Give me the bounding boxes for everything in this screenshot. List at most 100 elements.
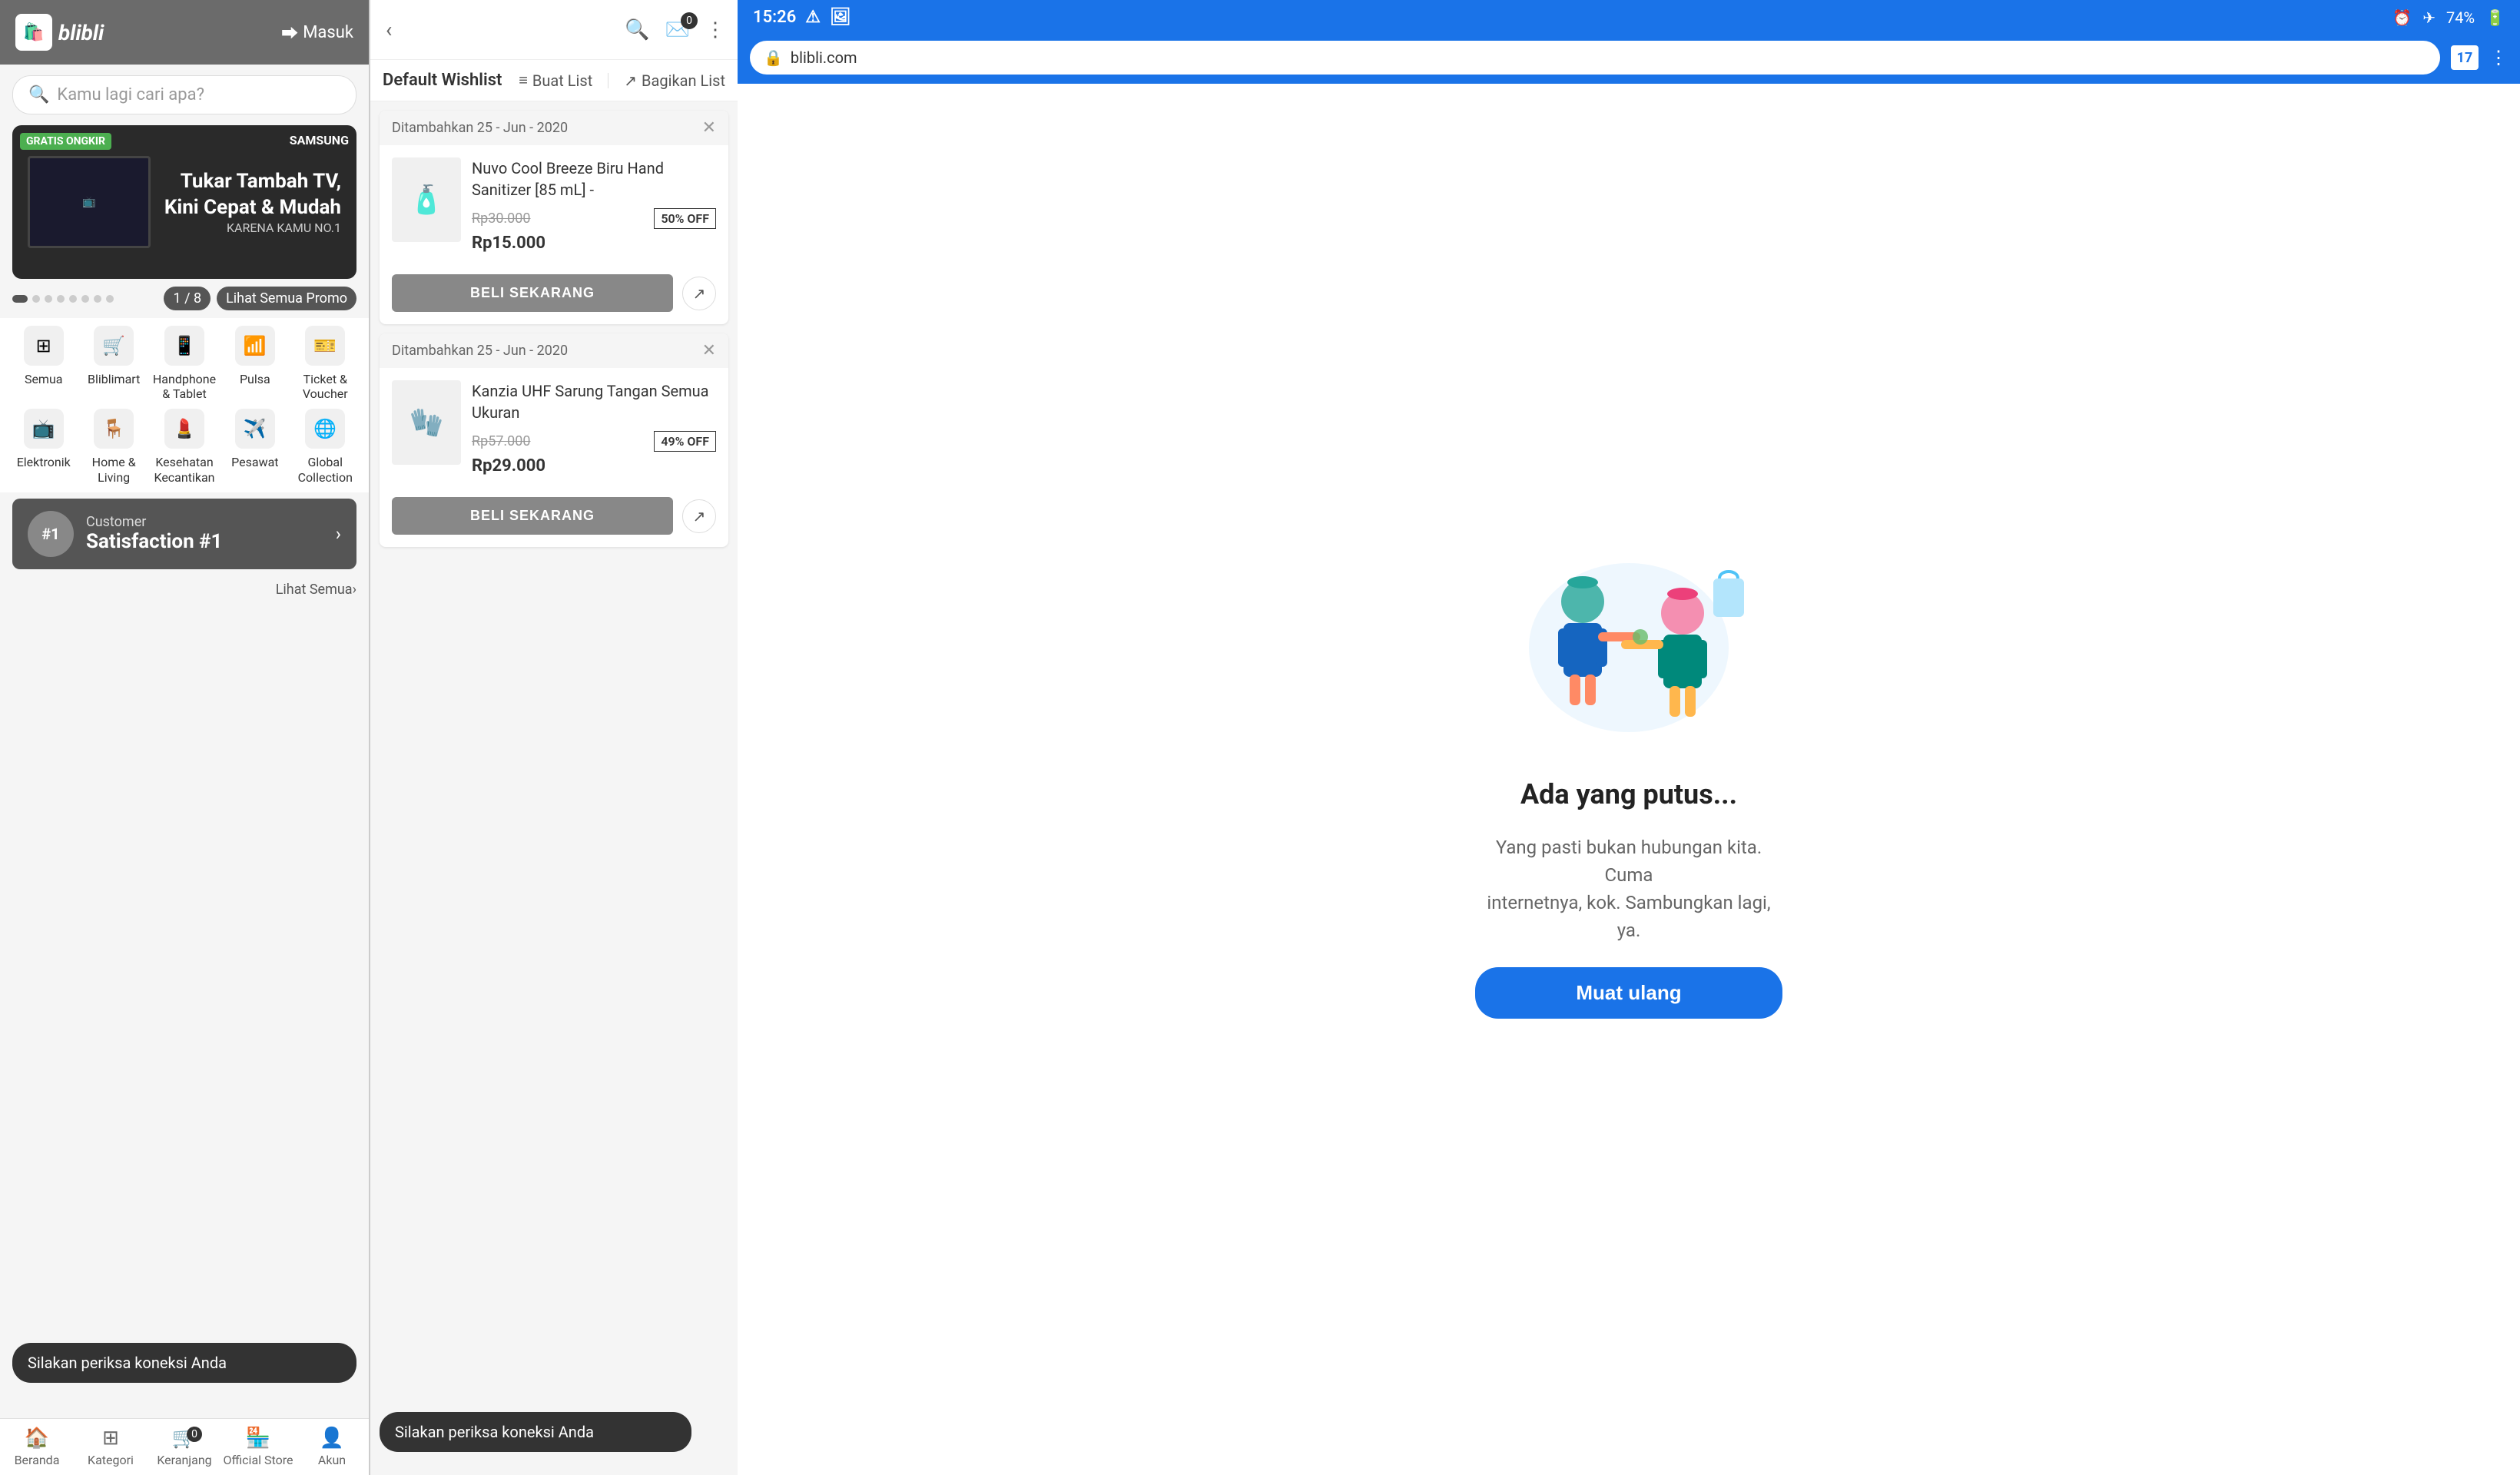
kesehatan-label: Kesehatan Kecantikan bbox=[153, 455, 216, 484]
card-close-2[interactable]: ✕ bbox=[702, 341, 716, 360]
category-homeliving[interactable]: 🪑 Home & Living bbox=[82, 409, 144, 484]
share-button-2[interactable]: ↗ bbox=[682, 499, 716, 533]
beli-sekarang-button-1[interactable]: BELI SEKARANG bbox=[392, 274, 673, 312]
global-icon: 🌐 bbox=[305, 409, 345, 449]
kategori-icon: ⊞ bbox=[102, 1427, 119, 1450]
banner-text: Tukar Tambah TV, Kini Cepat & Mudah KARE… bbox=[149, 154, 356, 251]
beli-sekarang-button-2[interactable]: BELI SEKARANG bbox=[392, 497, 673, 535]
connection-toast: Silakan periksa koneksi Anda bbox=[12, 1343, 356, 1383]
reload-button[interactable]: Muat ulang bbox=[1475, 967, 1782, 1019]
beranda-icon: 🏠 bbox=[25, 1427, 49, 1450]
product-info-1: Nuvo Cool Breeze Biru Hand Sanitizer [85… bbox=[472, 157, 716, 262]
search-icon: 🔍 bbox=[28, 85, 49, 104]
alarm-icon: ⏰ bbox=[2392, 8, 2412, 27]
dot-6 bbox=[81, 295, 89, 303]
bliblimart-label: Bliblimart bbox=[88, 372, 140, 386]
product-info-2: Kanzia UHF Sarung Tangan Semua Ukuran Rp… bbox=[472, 380, 716, 485]
search-button[interactable]: 🔍 bbox=[625, 18, 649, 41]
category-handphone[interactable]: 📱 Handphone & Tablet bbox=[153, 326, 216, 401]
nav-official-store[interactable]: 🏪 Official Store bbox=[221, 1427, 295, 1467]
samsung-logo: SAMSUNG bbox=[290, 133, 349, 148]
category-ticket[interactable]: 🎫 Ticket & Voucher bbox=[294, 326, 356, 401]
status-right: ⏰ ✈ 74% 🔋 bbox=[2392, 8, 2505, 27]
category-pulsa[interactable]: 📶 Pulsa bbox=[224, 326, 286, 401]
category-pesawat[interactable]: ✈️ Pesawat bbox=[224, 409, 286, 484]
page-indicator: 1 / 8 bbox=[164, 287, 211, 310]
pesawat-label: Pesawat bbox=[231, 455, 278, 469]
dots-row bbox=[12, 295, 114, 303]
satisfaction-text: Customer Satisfaction #1 bbox=[86, 514, 222, 553]
lihat-semua-arrow: › bbox=[353, 582, 356, 598]
banner-subtitle: KARENA KAMU NO.1 bbox=[164, 220, 341, 235]
nav-akun[interactable]: 👤 Akun bbox=[295, 1427, 369, 1467]
back-button[interactable]: ‹ bbox=[383, 14, 395, 45]
akun-icon: 👤 bbox=[320, 1427, 344, 1450]
nav-keranjang[interactable]: 0 🛒 Keranjang bbox=[148, 1427, 221, 1467]
search-placeholder: Kamu lagi cari apa? bbox=[57, 85, 204, 104]
category-global[interactable]: 🌐 Global Collection bbox=[294, 409, 356, 484]
pesawat-icon: ✈️ bbox=[235, 409, 275, 449]
card-date-2: Ditambahkan 25 - Jun - 2020 bbox=[392, 343, 568, 359]
category-bliblimart[interactable]: 🛒 Bliblimart bbox=[82, 326, 144, 401]
card-footer-1: BELI SEKARANG ↗ bbox=[380, 274, 728, 324]
wishlist-tabs: Default Wishlist ≡ Buat List ↗ Bagikan L… bbox=[370, 60, 738, 101]
lihat-semua-text: Lihat Semua bbox=[276, 582, 353, 598]
panel2-connection-toast: Silakan periksa koneksi Anda bbox=[380, 1412, 691, 1452]
categories-grid: ⊞ Semua 🛒 Bliblimart 📱 Handphone & Table… bbox=[0, 318, 369, 492]
browser-menu-button[interactable]: ⋮ bbox=[2489, 47, 2508, 68]
card-header-2: Ditambahkan 25 - Jun - 2020 ✕ bbox=[380, 333, 728, 368]
login-icon: ⮕ bbox=[281, 20, 298, 45]
card-date-1: Ditambahkan 25 - Jun - 2020 bbox=[392, 120, 568, 136]
satisfaction-banner[interactable]: #1 Customer Satisfaction #1 › bbox=[12, 499, 356, 569]
lihat-semua-row[interactable]: Lihat Semua › bbox=[0, 575, 369, 604]
homeliving-icon: 🪑 bbox=[94, 409, 134, 449]
error-content: Ada yang putus... Yang pasti bukan hubun… bbox=[738, 84, 2520, 1475]
category-semua[interactable]: ⊞ Semua bbox=[12, 326, 75, 401]
share-button-1[interactable]: ↗ bbox=[682, 277, 716, 310]
dot-5 bbox=[69, 295, 77, 303]
error-svg bbox=[1506, 540, 1752, 755]
satisfaction-arrow: › bbox=[336, 523, 341, 545]
dot-4 bbox=[57, 295, 65, 303]
blibli-logo-icon: 🛍️ bbox=[15, 14, 52, 51]
free-shipping-tag: GRATIS ONGKIR bbox=[20, 133, 111, 150]
nav-kategori[interactable]: ⊞ Kategori bbox=[74, 1427, 148, 1467]
panel-browser: 15:26 ⚠ 🖼 ⏰ ✈ 74% 🔋 🔒 blibli.com 17 ⋮ bbox=[738, 0, 2520, 1475]
card-close-1[interactable]: ✕ bbox=[702, 118, 716, 138]
error-subtitle: Yang pasti bukan hubungan kita. Cuma int… bbox=[1475, 834, 1782, 944]
error-title: Ada yang putus... bbox=[1520, 778, 1737, 810]
cart-button[interactable]: ✉️ 0 bbox=[665, 18, 690, 41]
lihat-semua-promo-btn[interactable]: Lihat Semua Promo bbox=[217, 287, 356, 310]
header-icons: 🔍 ✉️ 0 ⋮ bbox=[625, 18, 725, 41]
wishlist-title: Default Wishlist bbox=[383, 71, 503, 90]
bagikan-list-button[interactable]: ↗ Bagikan List bbox=[624, 71, 725, 90]
search-bar[interactable]: 🔍 Kamu lagi cari apa? bbox=[12, 75, 356, 114]
original-price-2: Rp57.000 bbox=[472, 433, 531, 449]
image-icon: 🖼 bbox=[830, 8, 851, 27]
dot-2 bbox=[32, 295, 40, 303]
promo-banner[interactable]: GRATIS ONGKIR SAMSUNG 📺 Tukar Tambah TV,… bbox=[12, 125, 356, 279]
tabs-count-button[interactable]: 17 bbox=[2449, 44, 2480, 71]
warning-icon: ⚠ bbox=[805, 8, 821, 27]
nav-beranda[interactable]: 🏠 Beranda bbox=[0, 1427, 74, 1467]
banner-title: Tukar Tambah TV, Kini Cepat & Mudah bbox=[164, 169, 341, 221]
wishlist-header: ‹ 🔍 ✉️ 0 ⋮ bbox=[370, 0, 738, 60]
category-kesehatan[interactable]: 💄 Kesehatan Kecantikan bbox=[153, 409, 216, 484]
kategori-label: Kategori bbox=[88, 1453, 134, 1467]
card-body-2: 🧤 Kanzia UHF Sarung Tangan Semua Ukuran … bbox=[380, 368, 728, 497]
error-illustration bbox=[1506, 540, 1752, 755]
pulsa-icon: 📶 bbox=[235, 326, 275, 366]
more-options-button[interactable]: ⋮ bbox=[705, 18, 725, 41]
buat-list-button[interactable]: ≡ Buat List bbox=[519, 71, 592, 90]
panel-wishlist: ‹ 🔍 ✉️ 0 ⋮ Default Wishlist ≡ Buat List … bbox=[369, 0, 738, 1475]
handphone-label: Handphone & Tablet bbox=[153, 372, 216, 401]
banner-tv-image: 📺 bbox=[28, 156, 151, 248]
login-button[interactable]: ⮕ Masuk bbox=[281, 20, 353, 45]
product-image-2: 🧤 bbox=[392, 380, 461, 465]
category-elektronik[interactable]: 📺 Elektronik bbox=[12, 409, 75, 484]
blibli-logo: 🛍️ blibli bbox=[15, 14, 104, 51]
url-field[interactable]: 🔒 blibli.com bbox=[750, 41, 2440, 75]
share-icon: ↗ bbox=[624, 71, 637, 90]
pulsa-label: Pulsa bbox=[240, 372, 270, 386]
url-text: blibli.com bbox=[791, 48, 857, 67]
